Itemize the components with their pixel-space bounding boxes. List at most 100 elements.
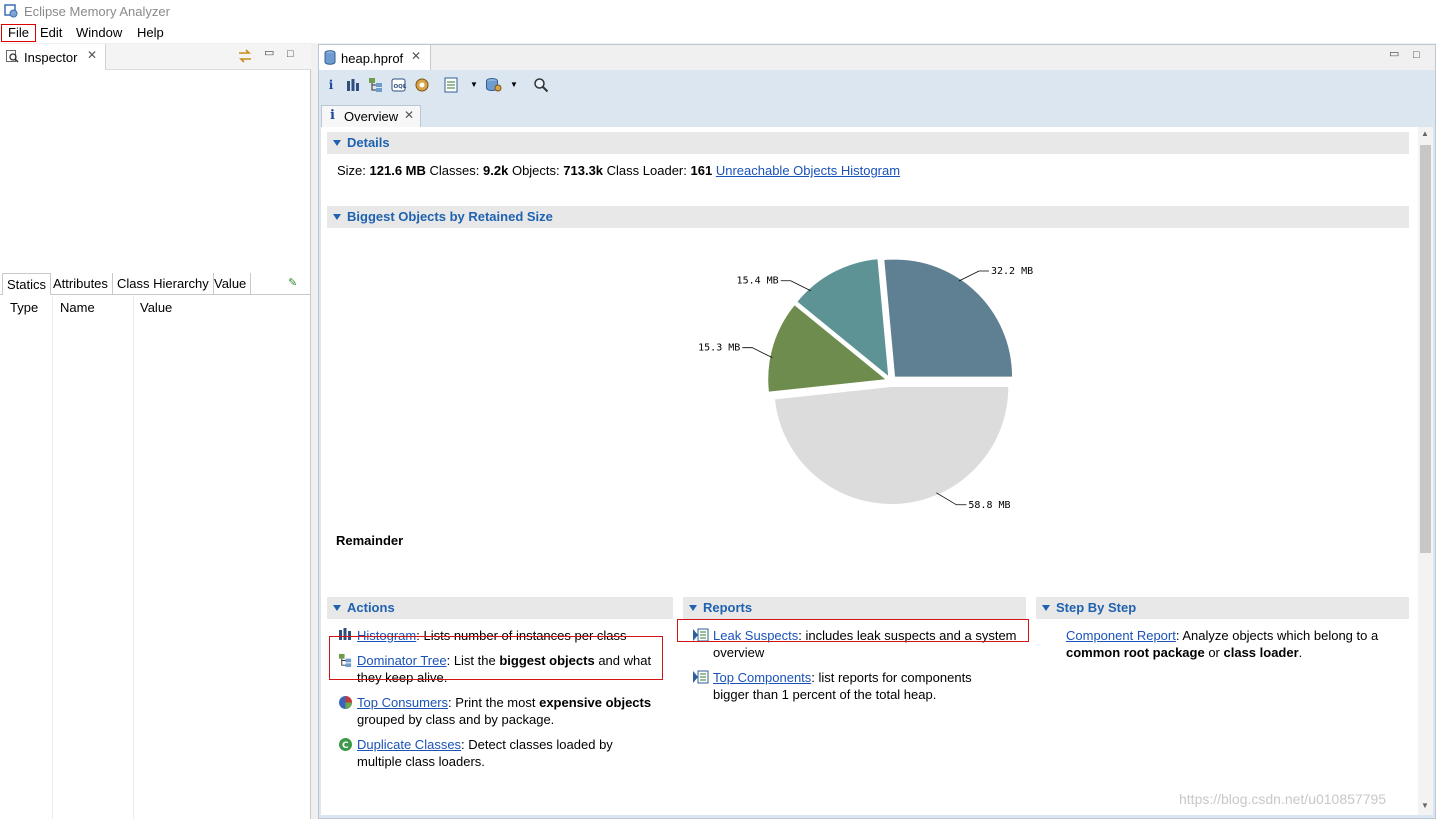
column-divider	[52, 296, 53, 819]
close-icon[interactable]: ✕	[87, 48, 97, 62]
dominator-tree-icon[interactable]	[368, 77, 384, 93]
tab-heap-hprof[interactable]: heap.hprof ✕	[319, 45, 431, 70]
heap-dump-overview-icon[interactable]	[414, 77, 430, 93]
class-loader-label: Class Loader:	[606, 163, 687, 178]
section-reports-header[interactable]: Reports	[683, 597, 1026, 619]
maximize-icon[interactable]: □	[1413, 49, 1420, 61]
search-icon[interactable]	[533, 77, 549, 93]
editor-tab-label: heap.hprof	[341, 51, 404, 66]
editor-tabbar: heap.hprof ✕ ▭ □	[319, 45, 1435, 70]
pie-slice-label: 15.4 MB	[737, 276, 779, 287]
reports-icon[interactable]	[443, 77, 459, 93]
close-icon[interactable]: ✕	[411, 49, 421, 63]
expand-triangle-icon	[333, 214, 341, 220]
section-details-header[interactable]: Details	[327, 132, 1409, 154]
tab-class-hierarchy[interactable]: Class Hierarchy	[113, 273, 214, 295]
step-by-step-title: Step By Step	[1056, 600, 1137, 615]
window-title: Eclipse Memory Analyzer	[24, 4, 170, 19]
column-type[interactable]: Type	[10, 300, 38, 315]
editor-area: heap.hprof ✕ ▭ □ i OQL ▼ ▼ i Overview ✕ …	[318, 44, 1436, 819]
tab-overview[interactable]: i Overview ✕	[321, 105, 421, 127]
memory-analyzer-app-icon	[4, 4, 18, 18]
size-label: Size:	[337, 163, 366, 178]
objects-value: 713.3k	[563, 163, 604, 178]
menu-file[interactable]: File	[1, 24, 36, 42]
histogram-icon[interactable]	[346, 78, 360, 92]
link-with-selection-icon[interactable]	[237, 49, 253, 63]
minimize-icon[interactable]: ▭	[1389, 47, 1399, 60]
pie-slice	[884, 259, 1013, 377]
top-components-link[interactable]: Top Components	[713, 670, 811, 685]
section-actions-header[interactable]: Actions	[327, 597, 673, 619]
pie-slice	[774, 386, 1009, 504]
actions-title: Actions	[347, 600, 395, 615]
menu-help[interactable]: Help	[137, 25, 164, 40]
tab-attributes[interactable]: Attributes	[49, 273, 113, 295]
query-browser-icon[interactable]	[485, 77, 503, 93]
minimize-icon[interactable]: ▭	[264, 46, 274, 59]
top-components-description: : list reports for components	[811, 670, 972, 685]
tab-statics[interactable]: Statics	[2, 273, 52, 295]
tab-value[interactable]: Value	[210, 273, 252, 295]
expand-triangle-icon	[333, 140, 341, 146]
scroll-down-icon[interactable]: ▼	[1421, 801, 1429, 810]
class-loader-text: class loader	[1223, 645, 1299, 660]
component-report-link[interactable]: Component Report	[1066, 628, 1176, 643]
objects-label: Objects:	[511, 163, 560, 178]
top-consumers-link[interactable]: Top Consumers	[357, 695, 448, 710]
watermark: https://blog.csdn.net/u010857795	[1179, 791, 1387, 807]
svg-text:C: C	[342, 741, 349, 751]
top-consumers-description: : Print the most	[448, 695, 540, 710]
report-icon	[693, 670, 709, 684]
inspector-view: Inspector ✕ ▭ □ Statics Attributes Class…	[0, 44, 311, 819]
scrollbar-thumb[interactable]	[1420, 145, 1431, 553]
column-value[interactable]: Value	[140, 300, 172, 315]
section-biggest-objects-header[interactable]: Biggest Objects by Retained Size	[327, 206, 1409, 228]
menu-window[interactable]: Window	[76, 25, 122, 40]
unreachable-objects-histogram-link[interactable]: Unreachable Objects Histogram	[716, 163, 900, 178]
info-icon: i	[330, 108, 335, 123]
biggest-objects-title: Biggest Objects by Retained Size	[347, 209, 553, 224]
pie-slice-label: 15.3 MB	[698, 343, 740, 354]
top-consumers-description-2: grouped by class and by package.	[357, 712, 555, 727]
duplicate-classes-link[interactable]: Duplicate Classes	[357, 737, 461, 752]
column-name[interactable]: Name	[60, 300, 95, 315]
duplicate-classes-icon: C	[339, 738, 352, 751]
pie-slice-label: 58.8 MB	[968, 500, 1010, 511]
class-loader-value: 161	[690, 163, 713, 178]
svg-text:OQL: OQL	[394, 84, 407, 90]
heap-dump-icon	[324, 50, 336, 65]
pie-label-leader	[780, 280, 811, 292]
info-icon[interactable]: i	[322, 76, 340, 94]
overview-tabbar: i Overview ✕	[319, 105, 1435, 127]
menu-edit[interactable]: Edit	[40, 25, 62, 40]
duplicate-classes-description-2: multiple class loaders.	[357, 754, 485, 769]
query-browser-dropdown-icon[interactable]: ▼	[510, 80, 518, 89]
pin-icon[interactable]: ✎	[288, 276, 297, 289]
vertical-scrollbar[interactable]: ▲ ▼	[1418, 127, 1433, 815]
reports-title: Reports	[703, 600, 753, 615]
tab-inspector[interactable]: Inspector ✕	[0, 44, 106, 70]
title-bar: Eclipse Memory Analyzer	[0, 0, 1436, 23]
inspector-subtabs: Statics Attributes Class Hierarchy Value…	[0, 273, 311, 295]
top-consumers-icon	[339, 696, 352, 709]
top-consumers-bold: expensive objects	[539, 695, 652, 710]
inspector-tabbar: Inspector ✕ ▭ □	[0, 44, 311, 70]
action-duplicate-classes: Duplicate Classes: Detect classes loaded…	[357, 737, 613, 752]
close-icon[interactable]: ✕	[404, 108, 414, 122]
overview-content: Details Size: 121.6 MB Classes: 9.2k Obj…	[321, 127, 1433, 815]
pie-slice-label: 32.2 MB	[991, 266, 1033, 277]
oql-icon[interactable]: OQL	[391, 77, 407, 93]
details-summary: Size: 121.6 MB Classes: 9.2k Objects: 71…	[337, 163, 900, 178]
scroll-up-icon[interactable]: ▲	[1421, 129, 1429, 138]
classes-value: 9.2k	[483, 163, 509, 178]
report-top-components: Top Components: list reports for compone…	[713, 670, 972, 685]
action-top-consumers: Top Consumers: Print the most expensive …	[357, 695, 651, 710]
section-step-by-step-header[interactable]: Step By Step	[1036, 597, 1409, 619]
column-divider	[133, 296, 134, 819]
pie-label-leader	[742, 347, 773, 359]
inspector-table-header: Type Name Value	[0, 296, 311, 318]
pie-label-leader	[958, 270, 989, 282]
reports-dropdown-icon[interactable]: ▼	[470, 80, 478, 89]
maximize-icon[interactable]: □	[287, 48, 294, 60]
